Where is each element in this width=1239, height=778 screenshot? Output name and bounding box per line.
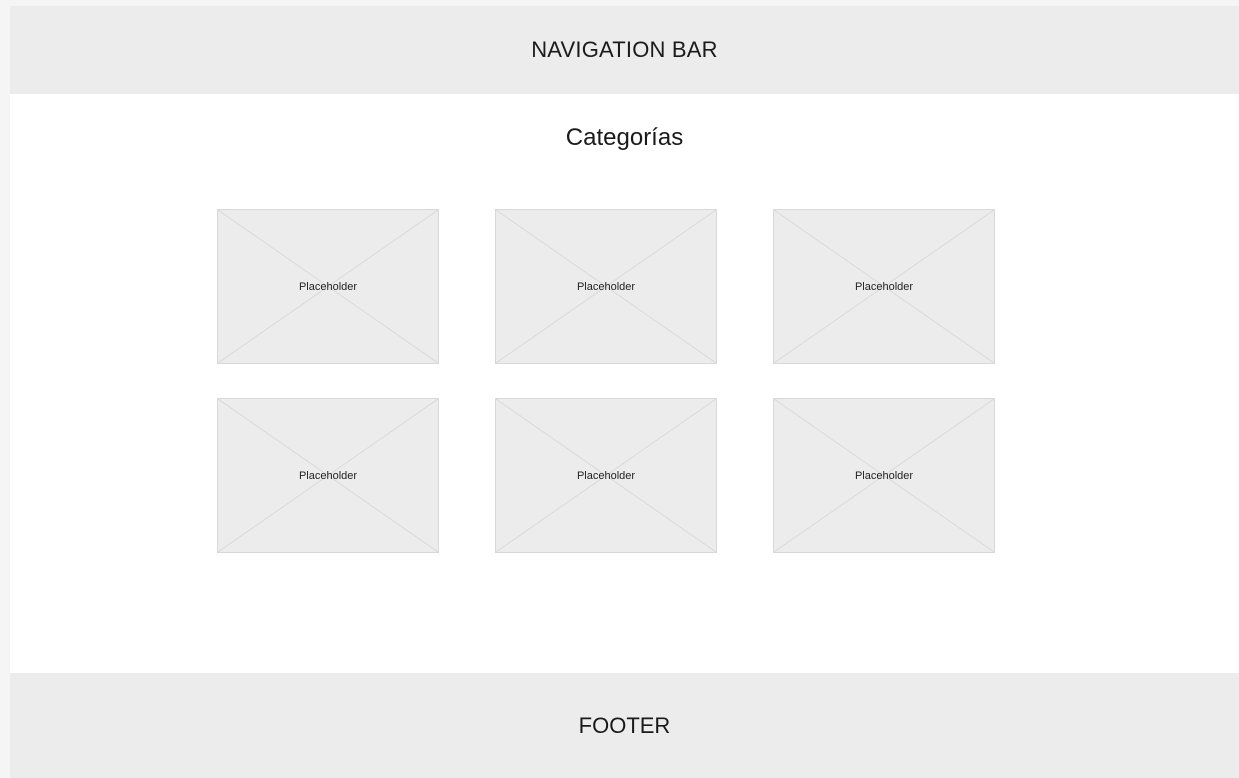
category-card-label: Placeholder <box>298 469 358 482</box>
footer-label: FOOTER <box>578 712 671 738</box>
category-card-6[interactable]: Placeholder <box>773 398 995 553</box>
navigation-bar[interactable]: NAVIGATION BAR <box>10 6 1239 94</box>
footer: FOOTER <box>10 673 1239 778</box>
page-title: Categorías <box>565 124 684 151</box>
navigation-bar-label: NAVIGATION BAR <box>531 37 718 62</box>
category-card-5[interactable]: Placeholder <box>495 398 717 553</box>
category-card-label: Placeholder <box>854 469 914 482</box>
category-card-label: Placeholder <box>576 280 636 293</box>
category-card-3[interactable]: Placeholder <box>773 209 995 364</box>
category-grid: Placeholder Placeholder Placeholder Plac… <box>217 209 995 553</box>
category-card-4[interactable]: Placeholder <box>217 398 439 553</box>
category-card-2[interactable]: Placeholder <box>495 209 717 364</box>
category-card-1[interactable]: Placeholder <box>217 209 439 364</box>
main-content: Categorías Placeholder Placeholder Place… <box>10 94 1239 673</box>
page-frame: NAVIGATION BAR Categorías Placeholder Pl… <box>10 6 1239 778</box>
category-card-label: Placeholder <box>854 280 914 293</box>
category-card-label: Placeholder <box>298 280 358 293</box>
category-card-label: Placeholder <box>576 469 636 482</box>
